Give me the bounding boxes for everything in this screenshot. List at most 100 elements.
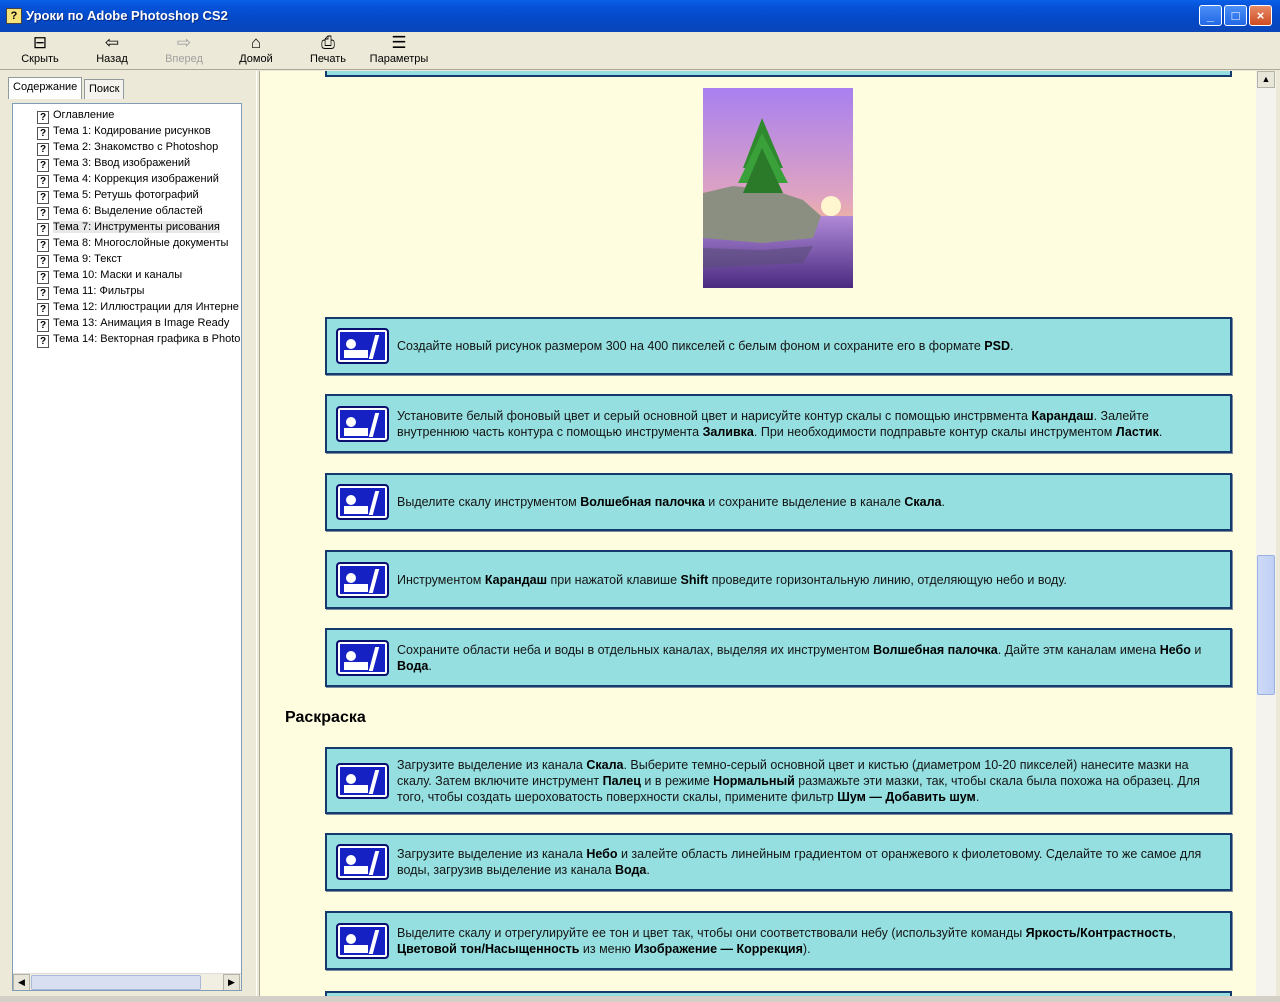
tree-item[interactable]: ? Тема 14: Векторная графика в Photo <box>37 331 241 348</box>
options-button[interactable]: ☰ Параметры <box>368 33 430 69</box>
emphasis: Заливка <box>702 424 754 439</box>
emphasis: Шум — Добавить шум <box>837 789 976 804</box>
step-box: Выделите скалу инструментом Волшебная па… <box>325 473 1232 531</box>
forward-button[interactable]: ⇨ Вперед <box>162 33 206 69</box>
emphasis: Вода <box>397 658 429 673</box>
tree-item-label: Тема 5: Ретушь фотографий <box>53 189 199 201</box>
tree-item-label: Тема 3: Ввод изображений <box>53 157 191 169</box>
topic-content: Создайте новый рисунок размером 300 на 4… <box>260 71 1256 996</box>
emphasis: Скала <box>904 495 942 509</box>
drawing-task-icon <box>336 405 389 442</box>
emphasis: Ластик <box>1115 424 1159 439</box>
emphasis: Небо <box>1159 642 1191 657</box>
tree-item-label: Тема 8: Многослойные документы <box>53 237 229 249</box>
tree-item[interactable]: ? Тема 11: Фильтры <box>37 283 145 300</box>
tree-item-label: Тема 9: Текст <box>53 253 122 265</box>
step-text: Загрузите выделение из канала Скала. Выб… <box>397 757 1200 804</box>
emphasis: Изображение — Коррекция <box>634 941 803 956</box>
horizontal-scrollbar[interactable]: ◀ ▶ <box>13 973 241 990</box>
step-text: Загрузите выделение из канала Небо и зал… <box>397 847 1202 877</box>
tree-item[interactable]: ? Тема 9: Текст <box>37 251 122 268</box>
tree-item-label: Оглавление <box>53 109 115 121</box>
tree-item-label: Тема 11: Фильтры <box>53 285 145 297</box>
home-button[interactable]: ⌂ Домой <box>236 33 276 69</box>
window-title: Уроки по Adobe Photoshop CS2 <box>26 8 228 23</box>
scroll-right-icon[interactable]: ▶ <box>223 974 240 990</box>
step-text: Сохраните области неба и воды в отдельны… <box>397 642 1202 673</box>
tree-item-label: Тема 14: Векторная графика в Photo <box>53 333 241 345</box>
tree-item[interactable]: ? Тема 6: Выделение областей <box>37 203 203 220</box>
step-text: Выделите скалу инструментом Волшебная па… <box>397 495 945 509</box>
step-box: Установите белый фоновый цвет и серый ос… <box>325 394 1232 453</box>
tree-item[interactable]: ? Тема 8: Многослойные документы <box>37 235 229 252</box>
step-box: Создайте новый рисунок размером 300 на 4… <box>325 317 1232 375</box>
emphasis: Карандаш <box>484 572 548 587</box>
emphasis: Волшебная палочка <box>873 642 998 657</box>
emphasis: Карандаш <box>1031 408 1094 423</box>
navigation-pane: Содержание Поиск ? Оглавление? Тема 1: Код… <box>0 71 256 996</box>
tab-search[interactable]: Поиск <box>84 79 124 99</box>
example-picture <box>703 88 853 288</box>
back-button[interactable]: ⇦ Назад <box>92 33 132 69</box>
step-text: Установите белый фоновый цвет и серый ос… <box>397 408 1163 439</box>
tab-contents[interactable]: Содержание <box>8 77 82 99</box>
emphasis: Палец <box>602 773 641 788</box>
drawing-task-icon <box>336 328 389 364</box>
status-strip <box>0 996 1280 1002</box>
print-button[interactable]: ⎙ Печать <box>306 33 350 69</box>
previous-step-box <box>325 71 1232 77</box>
scroll-thumb[interactable] <box>31 975 201 990</box>
tree-item-label: Тема 7: Инструменты рисования <box>53 221 220 233</box>
tree-item[interactable]: ? Тема 5: Ретушь фотографий <box>37 187 199 204</box>
tree-item[interactable]: ? Тема 1: Кодирование рисунков <box>37 123 211 140</box>
help-page-icon: ? <box>37 335 49 348</box>
tree-item-label: Тема 12: Иллюстрации для Интерне <box>53 301 239 313</box>
minimize-button[interactable]: _ <box>1199 5 1222 26</box>
drawing-task-icon <box>336 561 389 598</box>
emphasis: PSD <box>984 339 1010 353</box>
tree-item[interactable]: ? Тема 2: Знакомство с Photoshop <box>37 139 218 156</box>
drawing-task-icon <box>336 639 389 676</box>
step-text: Создайте новый рисунок размером 300 на 4… <box>397 339 1014 353</box>
close-button[interactable]: × <box>1249 5 1272 26</box>
step-box: Сохраните области неба и воды в отдельны… <box>325 628 1232 687</box>
tree-item[interactable]: ? Тема 7: Инструменты рисования <box>37 219 220 236</box>
help-app-icon: ? <box>6 8 22 24</box>
drawing-task-icon <box>336 844 389 880</box>
drawing-task-icon <box>336 484 389 520</box>
step-box: Загрузите выделение из канала Небо и зал… <box>325 833 1232 891</box>
toolbar: ⊟ Скрыть ⇦ Назад ⇨ Вперед ⌂ Домой ⎙ Печать ☰ П… <box>0 32 1280 70</box>
scroll-thumb[interactable] <box>1257 555 1275 695</box>
emphasis: Shift <box>680 572 709 587</box>
forward-arrow-icon: ⇨ <box>176 33 192 52</box>
tree-item[interactable]: ? Тема 13: Анимация в Image Ready <box>37 315 230 332</box>
emphasis: Нормальный <box>713 773 795 788</box>
tree-item-label: Тема 1: Кодирование рисунков <box>53 125 211 137</box>
section-heading: Раскраска <box>285 709 366 726</box>
back-arrow-icon: ⇦ <box>104 33 120 52</box>
contents-tree: ? Оглавление? Тема 1: Кодирование рисунков… <box>12 103 242 991</box>
tree-item-label: Тема 6: Выделение областей <box>53 205 203 217</box>
printer-icon: ⎙ <box>321 33 335 52</box>
step-box: Загрузите выделение из канала Скала. Выб… <box>325 747 1232 814</box>
tree-item-label: Тема 10: Маски и каналы <box>53 269 183 281</box>
drawing-task-icon <box>336 762 389 799</box>
step-text: Выделите скалу и отрегулируйте ее тон и … <box>397 925 1176 956</box>
tree-item-label: Тема 13: Анимация в Image Ready <box>53 317 230 329</box>
options-icon: ☰ <box>391 33 407 52</box>
tree-item[interactable]: ? Тема 3: Ввод изображений <box>37 155 191 172</box>
tree-item[interactable]: ? Оглавление <box>37 107 115 124</box>
emphasis: Вода <box>615 863 647 877</box>
drawing-task-icon <box>336 922 389 959</box>
emphasis: Яркость/Контрастность <box>1025 925 1173 940</box>
scroll-left-icon[interactable]: ◀ <box>13 974 30 990</box>
tree-item[interactable]: ? Тема 4: Коррекция изображений <box>37 171 219 188</box>
vertical-scrollbar[interactable]: ▲ <box>1256 71 1276 996</box>
maximize-button[interactable]: □ <box>1224 5 1247 26</box>
emphasis: Скала <box>586 757 624 772</box>
scroll-up-icon[interactable]: ▲ <box>1257 71 1275 88</box>
emphasis: Цветовой тон/Насыщенность <box>397 941 580 956</box>
tree-item[interactable]: ? Тема 12: Иллюстрации для Интерне <box>37 299 239 316</box>
hide-button[interactable]: ⊟ Скрыть <box>18 33 62 69</box>
tree-item[interactable]: ? Тема 10: Маски и каналы <box>37 267 183 284</box>
